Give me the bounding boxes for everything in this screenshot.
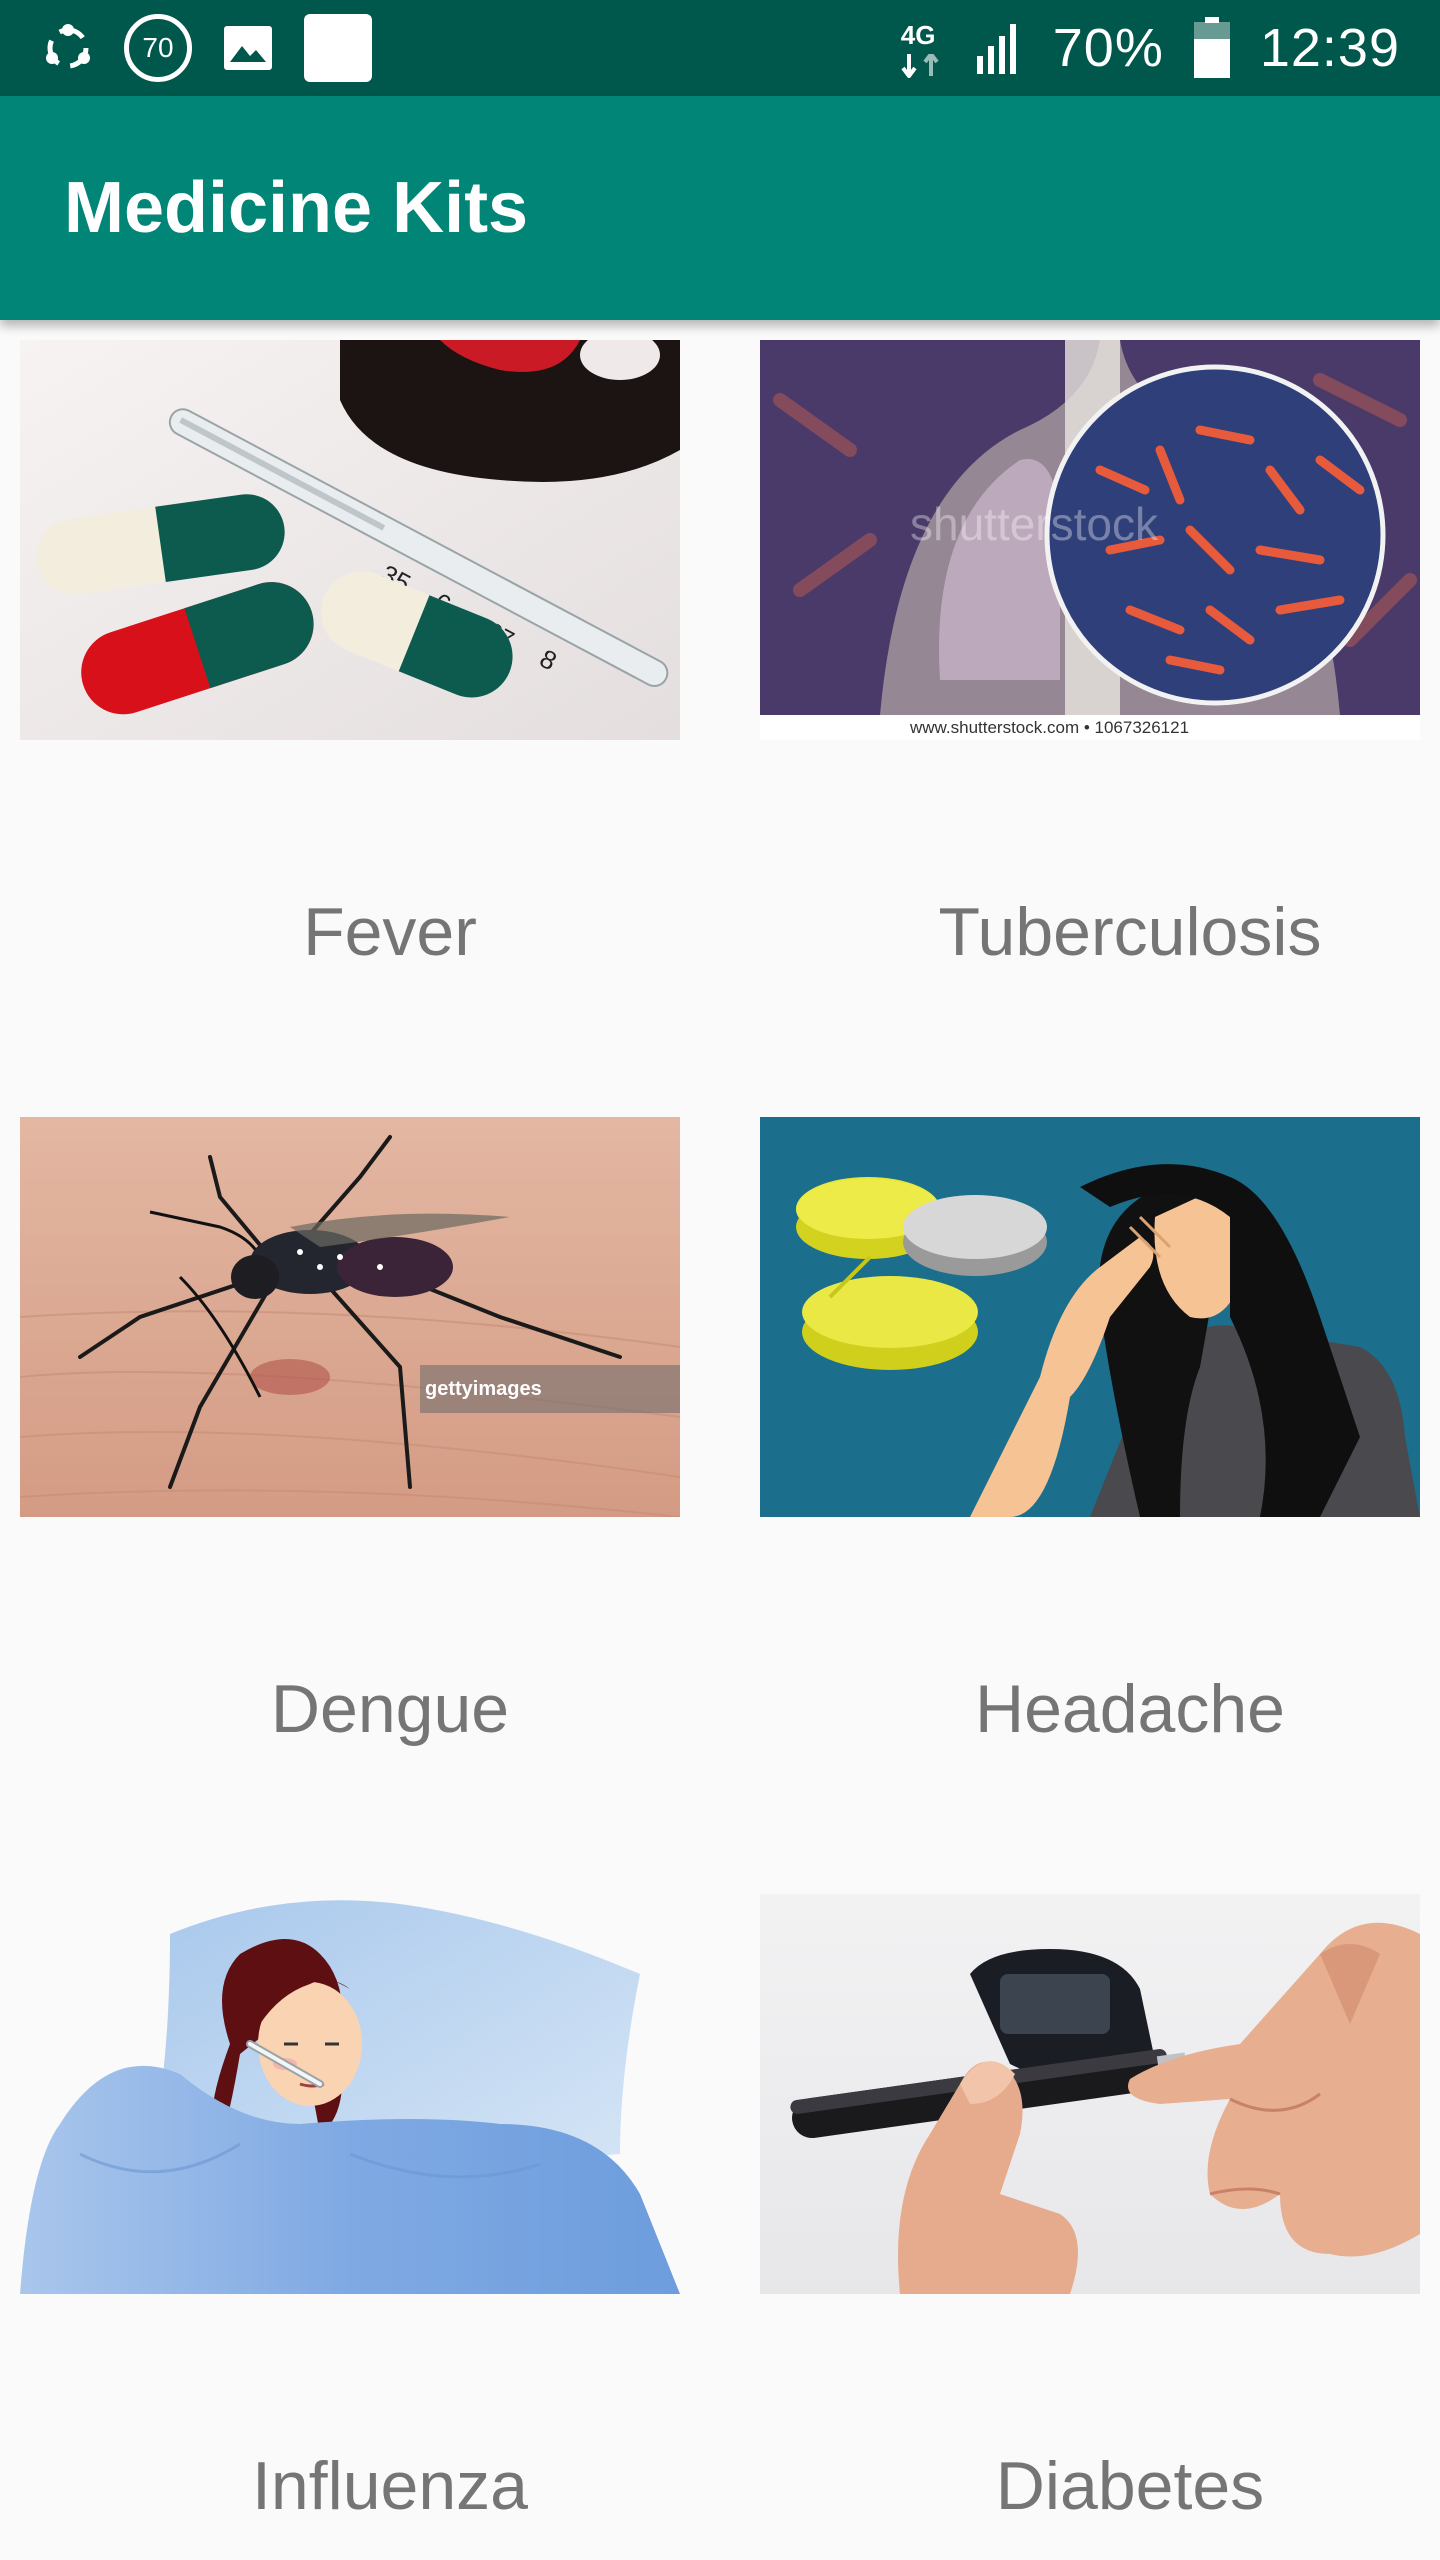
clock: 12:39: [1259, 18, 1400, 78]
tb-watermark: www.shutterstock.com • 1067326121: [909, 718, 1189, 737]
kit-diabetes[interactable]: Diabetes: [760, 1894, 1420, 2560]
lungs-bacteria-image: shutterstock www.shutterstock.com • 1067…: [760, 340, 1420, 740]
mosquito-image: gettyimages: [20, 1117, 680, 1517]
pills-thermometer-image: 35 6 37 8: [20, 340, 680, 740]
badge-70-icon: 70: [124, 14, 192, 82]
kit-tuberculosis[interactable]: shutterstock www.shutterstock.com • 1067…: [760, 340, 1420, 1060]
image-icon: [224, 26, 272, 70]
badge-70-text: 70: [142, 32, 174, 63]
battery-icon: [1193, 17, 1230, 78]
kit-influenza[interactable]: Influenza: [20, 1894, 680, 2560]
tb-overlay-text: shutterstock: [910, 498, 1159, 550]
dengue-watermark: gettyimages: [425, 1378, 542, 1400]
glucose-meter-image: [760, 1894, 1420, 2294]
kit-label-dengue: Dengue: [270, 1671, 510, 1747]
battery-percent: 70%: [1052, 18, 1164, 78]
kit-label-tuberculosis: Tuberculosis: [938, 894, 1322, 970]
blank-notification-icon: [304, 14, 372, 82]
network-4g-icon: 4G: [901, 18, 947, 78]
kit-label-influenza: Influenza: [252, 2448, 528, 2524]
status-bar: 70 4G 70% 12:39: [0, 0, 1440, 96]
app-title: Medicine Kits: [64, 168, 529, 248]
kits-grid[interactable]: 35 6 37 8 Fever: [0, 320, 1440, 2560]
woman-headache-pills-image: [760, 1117, 1420, 1517]
kit-label-fever: Fever: [303, 894, 477, 970]
sick-person-bed-image: [20, 1894, 680, 2294]
status-left: 70: [40, 14, 372, 82]
network-type-text: 4G: [900, 20, 936, 50]
kit-dengue[interactable]: gettyimages Dengue: [20, 1117, 680, 1837]
kit-label-headache: Headache: [974, 1671, 1286, 1747]
app-bar: Medicine Kits: [0, 96, 1440, 320]
kit-fever[interactable]: 35 6 37 8 Fever: [20, 340, 680, 1060]
sync-icon: [46, 24, 90, 69]
kit-label-diabetes: Diabetes: [995, 2448, 1265, 2524]
status-right: 4G 70% 12:39: [901, 17, 1400, 79]
kit-headache[interactable]: Headache: [760, 1117, 1420, 1837]
signal-icon: [976, 24, 1016, 74]
